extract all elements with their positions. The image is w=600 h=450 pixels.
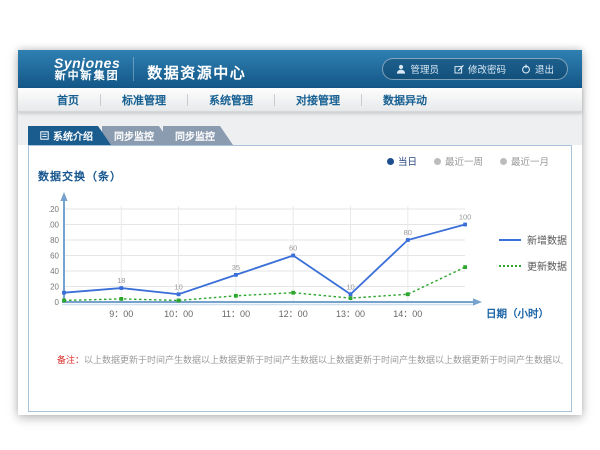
legend-item-updated-data: 更新数据 xyxy=(499,258,567,273)
svg-text:11：00: 11：00 xyxy=(222,309,250,319)
logout-label: 退出 xyxy=(535,62,554,76)
svg-text:35: 35 xyxy=(232,263,240,272)
line-chart: 0 20 40 60 80 100 120 9：00 10：00 11：00 12：00 13：00 1… xyxy=(49,190,549,340)
radio-dot-icon xyxy=(387,158,394,165)
footnote: 备注：以上数据更新于时间产生数据以上数据更新于时间产生数据以上数据更新于时间产生… xyxy=(57,353,563,366)
nav-item-interface-mgmt[interactable]: 对接管理 xyxy=(275,92,361,108)
filter-last-month[interactable]: 最近一月 xyxy=(500,154,549,168)
svg-text:12：00: 12：00 xyxy=(279,309,308,319)
footnote-prefix: 备注： xyxy=(57,355,84,365)
svg-text:13：00: 13：00 xyxy=(336,309,365,319)
svg-text:日期（小时）: 日期（小时） xyxy=(486,307,549,320)
range-filter-group: 当日 最近一周 最近一月 xyxy=(387,154,549,168)
tab-bar: 系统介绍 同步监控 同步监控 xyxy=(28,126,233,145)
nav-item-standard-mgmt[interactable]: 标准管理 xyxy=(101,92,187,108)
filter-last-week[interactable]: 最近一周 xyxy=(434,154,483,168)
svg-text:20: 20 xyxy=(50,283,59,292)
app-header: Synjones 新中新集团 数据资源中心 管理员 修改密码 退出 xyxy=(18,50,582,88)
tab-sync-monitor-2[interactable]: 同步监控 xyxy=(163,126,233,145)
legend-item-new-data: 新增数据 xyxy=(499,232,567,247)
tab-system-intro[interactable]: 系统介绍 xyxy=(28,126,111,145)
svg-text:100: 100 xyxy=(459,213,472,222)
tab-label: 系统介绍 xyxy=(53,128,93,143)
page: Synjones 新中新集团 数据资源中心 管理员 修改密码 退出 xyxy=(0,0,600,450)
svg-text:100: 100 xyxy=(49,221,60,230)
brand-logo: Synjones 新中新集团 xyxy=(54,56,120,82)
document-icon xyxy=(40,131,49,140)
app-window: Synjones 新中新集团 数据资源中心 管理员 修改密码 退出 xyxy=(18,50,582,415)
svg-text:120: 120 xyxy=(49,205,60,214)
tab-label: 同步监控 xyxy=(114,128,154,143)
content-panel: 当日 最近一周 最近一月 数据交换（条） 0 20 40 60 80 100 120 9：00… xyxy=(28,145,572,412)
user-name: 管理员 xyxy=(410,62,439,76)
filter-label: 当日 xyxy=(398,154,417,168)
svg-text:0: 0 xyxy=(55,298,60,307)
legend-label: 新增数据 xyxy=(527,232,567,247)
brand-company: 新中新集团 xyxy=(55,71,120,83)
main-nav: 首页 标准管理 系统管理 对接管理 数据异动 xyxy=(18,88,582,112)
blue-line-sample-icon xyxy=(499,239,521,241)
page-title: 数据资源中心 xyxy=(147,56,246,83)
footnote-text: 以上数据更新于时间产生数据以上数据更新于时间产生数据以上数据更新于时间产生数据以… xyxy=(84,355,563,365)
filter-label: 最近一周 xyxy=(445,154,483,168)
logout-icon xyxy=(521,64,531,74)
nav-item-home[interactable]: 首页 xyxy=(36,92,100,108)
green-dotted-sample-icon xyxy=(499,265,521,267)
user-toolbar: 管理员 修改密码 退出 xyxy=(382,58,568,80)
svg-text:14：00: 14：00 xyxy=(393,309,422,319)
radio-dot-icon xyxy=(434,158,441,165)
svg-text:60: 60 xyxy=(50,252,59,261)
user-menu[interactable]: 管理员 xyxy=(396,62,439,76)
tab-band: 系统介绍 同步监控 同步监控 xyxy=(18,112,582,145)
edit-icon xyxy=(454,64,464,74)
filter-today[interactable]: 当日 xyxy=(387,154,417,168)
svg-text:80: 80 xyxy=(50,236,59,245)
change-password-button[interactable]: 修改密码 xyxy=(454,62,506,76)
nav-item-data-change[interactable]: 数据异动 xyxy=(362,92,448,108)
svg-text:60: 60 xyxy=(289,244,297,253)
svg-text:80: 80 xyxy=(404,228,412,237)
radio-dot-icon xyxy=(500,158,507,165)
y-axis-title: 数据交换（条） xyxy=(38,168,122,184)
tab-label: 同步监控 xyxy=(175,128,215,143)
chart-legend: 新增数据 更新数据 xyxy=(499,232,567,273)
user-icon xyxy=(396,64,406,74)
svg-text:18: 18 xyxy=(117,276,125,285)
header-divider xyxy=(133,57,134,81)
svg-text:10：00: 10：00 xyxy=(164,309,193,319)
logout-button[interactable]: 退出 xyxy=(521,62,554,76)
svg-text:9：00: 9：00 xyxy=(109,309,133,319)
svg-text:10: 10 xyxy=(174,282,182,291)
nav-item-system-mgmt[interactable]: 系统管理 xyxy=(188,92,274,108)
svg-text:10: 10 xyxy=(346,282,354,291)
tab-sync-monitor-1[interactable]: 同步监控 xyxy=(102,126,172,145)
svg-text:40: 40 xyxy=(50,267,59,276)
legend-label: 更新数据 xyxy=(527,258,567,273)
brand-name: Synjones xyxy=(54,56,120,71)
filter-label: 最近一月 xyxy=(511,154,549,168)
change-password-label: 修改密码 xyxy=(468,62,506,76)
